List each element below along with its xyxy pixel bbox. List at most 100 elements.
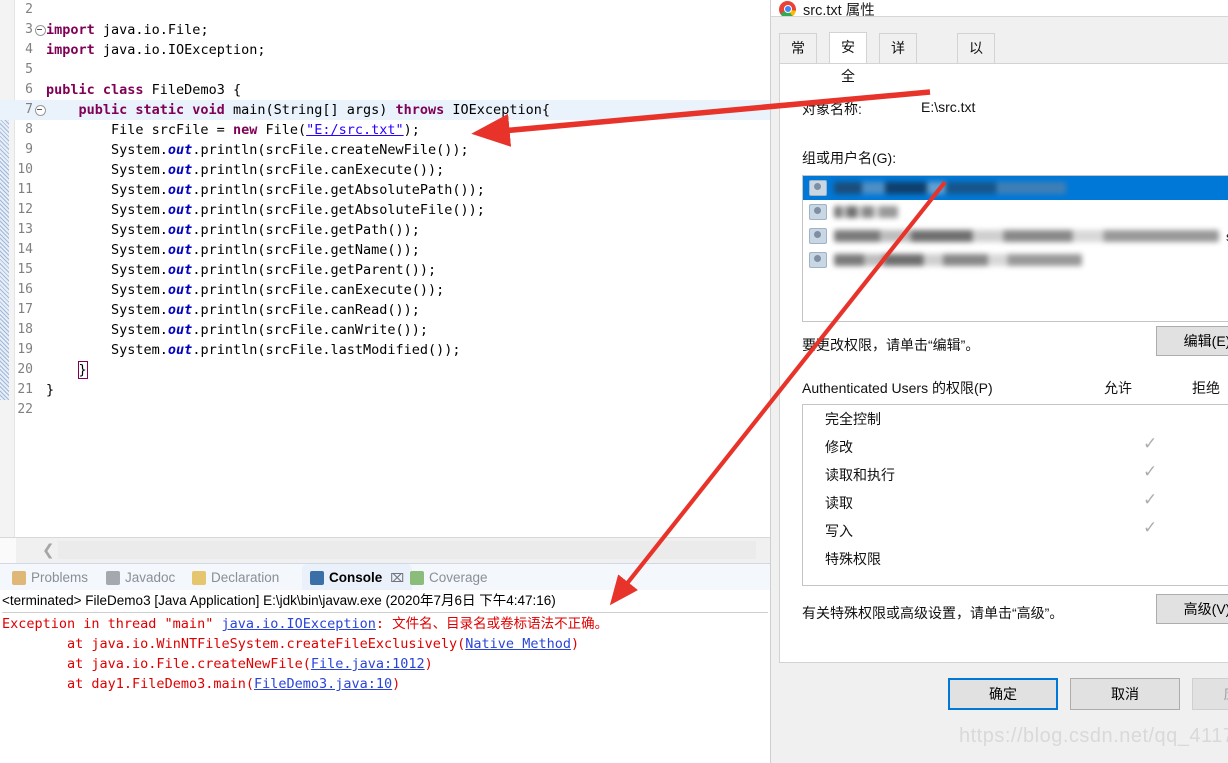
stacktrace-link[interactable]: File.java:1012 — [311, 656, 425, 672]
code-text: System.out.println(srcFile.lastModified(… — [46, 342, 461, 358]
permission-row[interactable]: 修改 ✓ — [803, 433, 1228, 461]
code-line[interactable]: 6 public class FileDemo3 { — [0, 80, 770, 100]
watermark: https://blog.csdn.net/qq_41172784 — [959, 725, 1228, 747]
user-list-item[interactable] — [803, 200, 1228, 224]
permissions-for-label: Authenticated Users 的权限(P) — [802, 380, 993, 396]
editor-horizontal-scrollbar[interactable]: ❮ — [0, 537, 770, 564]
line-number: 15 — [17, 262, 33, 277]
code-line[interactable]: 21} — [0, 380, 770, 400]
console-text: : — [375, 616, 393, 632]
console-line: at day1.FileDemo3.main(FileDemo3.java:10… — [2, 674, 768, 694]
stacktrace-link[interactable]: FileDemo3.java:10 — [254, 676, 392, 692]
code-text: System.out.println(srcFile.getAbsolutePa… — [46, 182, 485, 198]
console-text: Exception in thread "main" — [2, 616, 222, 632]
code-line[interactable]: 8 File srcFile = new File("E:/src.txt"); — [0, 120, 770, 140]
advanced-button[interactable]: 高级(V) — [1156, 594, 1228, 624]
object-name-label: 对象名称: — [802, 101, 862, 117]
code-line[interactable]: 3 import java.io.File; — [0, 20, 770, 40]
line-number: 22 — [17, 402, 33, 417]
code-line[interactable]: 17 System.out.println(srcFile.canRead())… — [0, 300, 770, 320]
scrollbar-track[interactable] — [58, 541, 756, 559]
dialog-tab-常规[interactable]: 常规 — [779, 33, 817, 85]
permission-row[interactable]: 特殊权限 — [803, 545, 1228, 573]
code-text: File srcFile = new File("E:/src.txt"); — [46, 122, 420, 138]
line-number: 7 — [25, 102, 33, 117]
code-text: System.out.println(srcFile.getName()); — [46, 242, 420, 258]
code-line[interactable]: 10 System.out.println(srcFile.canExecute… — [0, 160, 770, 180]
code-line[interactable]: 19 System.out.println(srcFile.lastModifi… — [0, 340, 770, 360]
code-line[interactable]: 14 System.out.println(srcFile.getName())… — [0, 240, 770, 260]
console-view[interactable]: <terminated> FileDemo3 [Java Application… — [0, 590, 770, 763]
permission-name: 特殊权限 — [825, 551, 881, 567]
fold-collapse-icon[interactable] — [35, 105, 46, 116]
bottom-view-tabbar[interactable]: Problems Javadoc Declaration Console ⌧ Covera… — [0, 563, 770, 591]
tab-declaration[interactable]: Declaration — [184, 564, 287, 591]
line-number: 10 — [17, 162, 33, 177]
group-or-usernames-list[interactable]: s) — [802, 175, 1228, 322]
code-line[interactable]: 20 } — [0, 360, 770, 380]
javadoc-icon — [106, 570, 120, 585]
permissions-list[interactable]: 完全控制修改 ✓ 读取和执行 ✓ 读取 ✓ 写入 ✓ 特殊权限 — [802, 404, 1228, 586]
permission-row[interactable]: 完全控制 — [803, 405, 1228, 433]
dialog-tab-安全[interactable]: 安全 — [829, 32, 867, 84]
tab-console[interactable]: Console ⌧ — [302, 564, 413, 591]
line-number: 9 — [25, 142, 33, 157]
code-text: System.out.println(srcFile.getParent()); — [46, 262, 437, 278]
java-editor[interactable]: 2 3 import java.io.File; 4 import java.io.IO… — [0, 0, 770, 537]
apply-button[interactable]: 应用(A) — [1192, 678, 1228, 710]
line-number: 5 — [25, 62, 33, 77]
console-output[interactable]: Exception in thread "main" java.io.IOExc… — [2, 614, 768, 694]
tab-problems[interactable]: Problems — [4, 564, 96, 591]
line-number: 14 — [17, 242, 33, 257]
code-line[interactable]: 15 System.out.println(srcFile.getParent(… — [0, 260, 770, 280]
code-line[interactable]: 13 System.out.println(srcFile.getPath())… — [0, 220, 770, 240]
group-or-usernames-label: 组或用户名(G): — [802, 150, 897, 166]
permission-row[interactable]: 写入 ✓ — [803, 517, 1228, 545]
ok-button[interactable]: 确定 — [948, 678, 1058, 710]
edit-button[interactable]: 编辑(E) — [1156, 326, 1228, 356]
line-number: 13 — [17, 222, 33, 237]
console-text: ) — [570, 636, 580, 652]
code-text: System.out.println(srcFile.canRead()); — [46, 302, 420, 318]
permission-name: 完全控制 — [825, 411, 881, 427]
tab-coverage[interactable]: Coverage — [402, 564, 496, 591]
dialog-tab-详细信息[interactable]: 详细信息 — [879, 33, 917, 143]
code-line[interactable]: 22 — [0, 400, 770, 420]
allow-column-header: 允许 — [1104, 380, 1132, 396]
user-list-item[interactable] — [803, 248, 1228, 272]
code-line[interactable]: 12 System.out.println(srcFile.getAbsolut… — [0, 200, 770, 220]
code-line[interactable]: 7 public static void main(String[] args)… — [0, 100, 770, 120]
user-list-item[interactable]: s) — [803, 224, 1228, 248]
code-text: import java.io.File; — [46, 22, 209, 38]
tab-label: Declaration — [211, 570, 280, 585]
file-properties-dialog[interactable]: src.txt 属性 常规安全详细信息以前的版本 对象名称: E:\src.tx… — [770, 0, 1228, 763]
fold-collapse-icon[interactable] — [35, 25, 46, 36]
editor-code-lines[interactable]: 2 3 import java.io.File; 4 import java.io.IO… — [0, 0, 770, 420]
code-line[interactable]: 4 import java.io.IOException; — [0, 40, 770, 60]
code-text: System.out.println(srcFile.getAbsoluteFi… — [46, 202, 485, 218]
code-line[interactable]: 11 System.out.println(srcFile.getAbsolut… — [0, 180, 770, 200]
code-line[interactable]: 16 System.out.println(srcFile.canExecute… — [0, 280, 770, 300]
permission-row[interactable]: 读取 ✓ — [803, 489, 1228, 517]
code-line[interactable]: 18 System.out.println(srcFile.canWrite()… — [0, 320, 770, 340]
cancel-button[interactable]: 取消 — [1070, 678, 1180, 710]
user-list-item[interactable] — [803, 176, 1228, 200]
declaration-icon — [192, 570, 206, 585]
console-text: at java.io.File.createNewFile( — [2, 656, 311, 672]
line-number: 20 — [17, 362, 33, 377]
code-line[interactable]: 9 System.out.println(srcFile.createNewFi… — [0, 140, 770, 160]
line-number: 21 — [17, 382, 33, 397]
code-line[interactable]: 2 — [0, 0, 770, 20]
permission-row[interactable]: 读取和执行 ✓ — [803, 461, 1228, 489]
console-icon — [310, 570, 324, 585]
line-number: 19 — [17, 342, 33, 357]
dialog-tab-以前的版本[interactable]: 以前的版本 — [957, 33, 995, 172]
code-text: } — [77, 361, 88, 379]
object-name-value: E:\src.txt — [921, 99, 976, 115]
console-text: ) — [392, 676, 401, 692]
scroll-left-icon[interactable]: ❮ — [42, 543, 55, 558]
stacktrace-link[interactable]: Native Method — [465, 636, 571, 652]
stacktrace-link[interactable]: java.io.IOException — [221, 616, 375, 632]
tab-javadoc[interactable]: Javadoc — [98, 564, 183, 591]
code-line[interactable]: 5 — [0, 60, 770, 80]
